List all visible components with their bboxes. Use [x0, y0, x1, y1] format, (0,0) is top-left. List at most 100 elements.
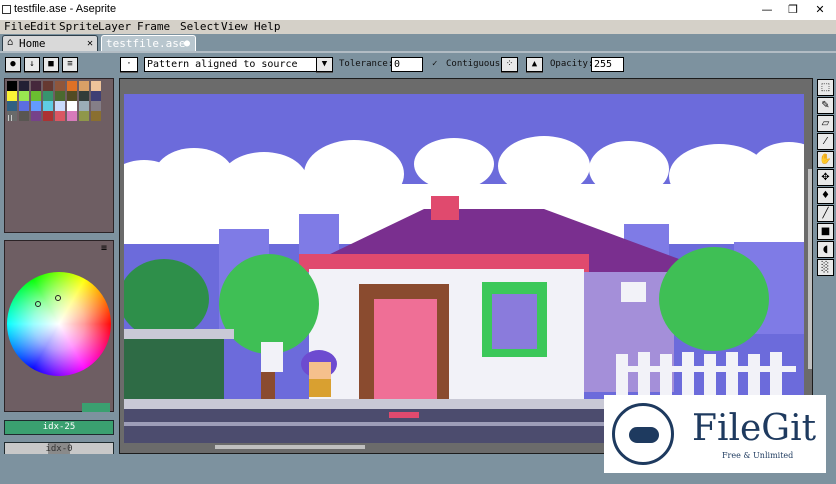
palette-swatch[interactable]: [31, 91, 41, 101]
opacity-lock-button[interactable]: ▲: [526, 57, 543, 72]
color-wheel-menu-icon[interactable]: ≡: [101, 243, 107, 254]
palette-swatch[interactable]: [79, 111, 89, 121]
menu-frame[interactable]: Frame: [137, 20, 170, 34]
eraser-icon[interactable]: ▱: [817, 115, 834, 132]
palette-swatch[interactable]: [91, 81, 101, 91]
palette-swatch[interactable]: [7, 91, 17, 101]
tab-modified-dot-icon[interactable]: ●: [184, 37, 190, 51]
tool-bar: ⬚ ✎ ▱ ⁄ ✋ ✥ ♦ ╱ ■ ◖ ░: [816, 78, 836, 278]
ink-button[interactable]: ·: [120, 57, 138, 72]
horizontal-scrollbar[interactable]: [215, 445, 365, 449]
tolerance-input[interactable]: 0: [391, 57, 423, 72]
menu-sprite[interactable]: Sprite: [59, 20, 99, 34]
brush-type-button[interactable]: ●: [5, 57, 21, 72]
palette-swatch[interactable]: [55, 101, 65, 111]
pattern-dropdown-chevron-icon[interactable]: ▼: [316, 57, 333, 72]
pattern-select[interactable]: Pattern aligned to source: [144, 57, 318, 72]
contour-icon[interactable]: ◖: [817, 241, 834, 258]
palette-swatch[interactable]: [19, 111, 29, 121]
title-bar: testfile.ase - Aseprite — ❐ ✕: [0, 0, 836, 20]
context-bar: ● ↓ ■ ≡ · Pattern aligned to source ▼ To…: [0, 51, 836, 78]
pencil-icon[interactable]: ✎: [817, 97, 834, 114]
sprite-artwork: [124, 94, 804, 443]
rectangle-icon[interactable]: ■: [817, 223, 834, 240]
filegit-watermark: FileGit Free & Unlimited: [604, 395, 826, 473]
palette-swatch[interactable]: [67, 81, 77, 91]
palette-swatch[interactable]: [43, 81, 53, 91]
palette-swatch[interactable]: [31, 101, 41, 111]
vertical-scrollbar[interactable]: [808, 169, 812, 369]
tab-home[interactable]: ⌂ Home ✕: [2, 35, 98, 51]
filegit-brand: FileGit: [692, 408, 817, 449]
brush-size-button[interactable]: ↓: [24, 57, 40, 72]
palette-swatch[interactable]: [7, 81, 17, 91]
menu-file[interactable]: File: [4, 20, 31, 34]
palette-swatch[interactable]: [19, 81, 29, 91]
sprite-canvas[interactable]: [124, 94, 804, 443]
palette-swatch[interactable]: [91, 101, 101, 111]
palette-swatch[interactable]: [31, 81, 41, 91]
color-strip: [82, 403, 110, 412]
menu-layer[interactable]: Layer: [98, 20, 131, 34]
opacity-label: Opacity:: [550, 59, 594, 69]
palette-swatch[interactable]: [19, 91, 29, 101]
left-panel: ≡ idx-25 idx-0: [0, 78, 119, 484]
palette-swatch[interactable]: [67, 91, 77, 101]
filegit-logo-icon: [612, 403, 674, 465]
palette-swatch[interactable]: [43, 111, 53, 121]
palette-swatch[interactable]: [79, 81, 89, 91]
hand-icon[interactable]: ✋: [817, 151, 834, 168]
color-wheel[interactable]: [7, 272, 111, 376]
brush-shape-button[interactable]: ■: [43, 57, 59, 72]
palette-resize-handle[interactable]: [8, 115, 12, 121]
color-picker-marker[interactable]: [35, 301, 41, 307]
contiguous-label[interactable]: Contiguous: [446, 57, 500, 72]
rectangular-marquee-icon[interactable]: ⬚: [817, 79, 834, 96]
palette-swatch[interactable]: [79, 101, 89, 111]
color-wheel-panel: ≡: [4, 240, 114, 412]
home-icon: ⌂: [7, 37, 14, 48]
palette-panel: [4, 78, 114, 233]
menu-view[interactable]: View: [221, 20, 248, 34]
filegit-tagline: Free & Unlimited: [722, 451, 794, 460]
tab-testfile[interactable]: testfile.ase ●: [101, 35, 196, 51]
brush-options-button[interactable]: ≡: [62, 57, 78, 72]
contiguous-check-icon[interactable]: ✓: [432, 57, 437, 72]
line-icon[interactable]: ╱: [817, 205, 834, 222]
app-icon: [2, 5, 11, 14]
move-icon[interactable]: ✥: [817, 169, 834, 186]
tab-home-label: Home: [19, 37, 46, 50]
menu-bar: File Edit Sprite Layer Frame Select View…: [0, 20, 836, 34]
menu-help[interactable]: Help: [254, 20, 281, 34]
palette-swatch[interactable]: [55, 81, 65, 91]
spray-button[interactable]: ⁘: [501, 57, 518, 72]
palette-swatch[interactable]: [31, 111, 41, 121]
palette-grid: [7, 81, 107, 121]
tolerance-label: Tolerance:: [339, 59, 394, 69]
palette-swatch[interactable]: [55, 111, 65, 121]
palette-swatch[interactable]: [67, 111, 77, 121]
tab-bar: ⌂ Home ✕ testfile.ase ●: [0, 34, 836, 51]
palette-swatch[interactable]: [43, 91, 53, 101]
palette-swatch[interactable]: [91, 111, 101, 121]
tab-testfile-label: testfile.ase: [106, 37, 186, 50]
menu-edit[interactable]: Edit: [30, 20, 57, 34]
close-window-button[interactable]: ✕: [805, 2, 835, 18]
blur-icon[interactable]: ░: [817, 259, 834, 276]
tab-home-close-icon[interactable]: ✕: [87, 37, 93, 51]
paint-bucket-icon[interactable]: ♦: [817, 187, 834, 204]
maximize-button[interactable]: ❐: [778, 2, 808, 18]
palette-swatch[interactable]: [55, 91, 65, 101]
palette-swatch[interactable]: [67, 101, 77, 111]
color-picker-marker-2[interactable]: [55, 295, 61, 301]
palette-swatch[interactable]: [91, 91, 101, 101]
opacity-input[interactable]: 255: [591, 57, 624, 72]
window-title: testfile.ase - Aseprite: [14, 3, 117, 15]
palette-swatch[interactable]: [79, 91, 89, 101]
menu-select[interactable]: Select: [180, 20, 220, 34]
palette-swatch[interactable]: [43, 101, 53, 111]
eyedropper-icon[interactable]: ⁄: [817, 133, 834, 150]
palette-swatch[interactable]: [7, 101, 17, 111]
foreground-color-button[interactable]: idx-25: [4, 420, 114, 435]
palette-swatch[interactable]: [19, 101, 29, 111]
